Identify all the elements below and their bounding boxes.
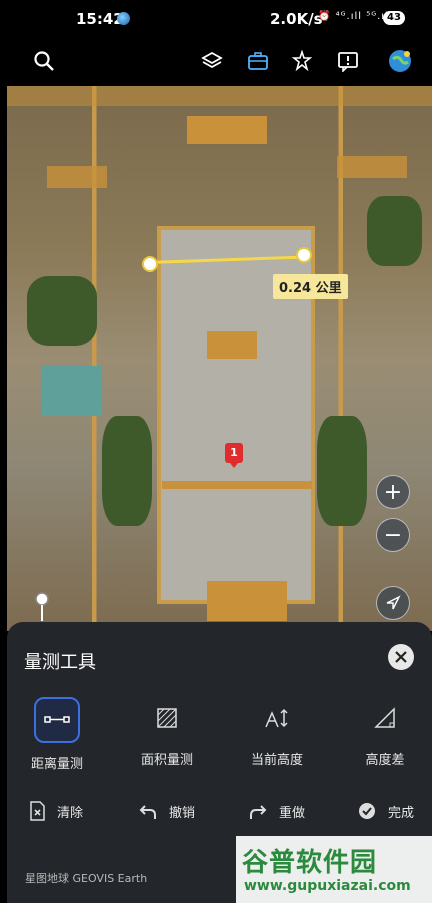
- close-icon: [395, 651, 407, 663]
- toolbox-icon[interactable]: [241, 44, 275, 78]
- map-gate: [207, 581, 287, 621]
- layers-icon[interactable]: [195, 44, 229, 78]
- redo-button[interactable]: 重做: [249, 800, 305, 822]
- map-trees: [317, 416, 367, 526]
- pin-icon[interactable]: [285, 44, 319, 78]
- location-marker[interactable]: 1: [225, 443, 243, 468]
- distance-measure-icon: [34, 697, 80, 743]
- zoom-out-button[interactable]: −: [376, 518, 410, 552]
- check-icon: [359, 803, 375, 819]
- undo-icon: [139, 805, 156, 819]
- battery-indicator: 43: [383, 11, 405, 25]
- measure-distance-label: 0.24 公里: [273, 274, 348, 299]
- status-bar: 15:42 2.0K/s ⏰ ⁴ᴳ.ıll ⁵ᴳ.ıll 43: [0, 0, 432, 36]
- map-pool: [42, 366, 102, 416]
- app-notification-icon: [117, 12, 130, 25]
- map-building: [187, 116, 267, 144]
- tool-label: 当前高度: [250, 753, 303, 768]
- compass-button[interactable]: [376, 586, 410, 620]
- action-label: 完成: [388, 805, 415, 821]
- tool-label: 距离量测: [30, 757, 83, 772]
- map-trees: [367, 196, 422, 266]
- brand-footer: 星图地球 GEOVIS Earth: [25, 872, 148, 885]
- map-trees: [27, 276, 97, 346]
- zoom-in-button[interactable]: +: [376, 475, 410, 509]
- search-icon[interactable]: [27, 44, 61, 78]
- signal-icons: ⏰ ⁴ᴳ.ıll ⁵ᴳ.ıll: [318, 11, 393, 22]
- close-button[interactable]: [388, 644, 414, 670]
- height-difference-icon: [364, 697, 406, 739]
- tool-current-height[interactable]: 当前高度: [229, 697, 325, 768]
- network-speed: 2.0K/s: [270, 10, 323, 28]
- map-pin-icon[interactable]: [34, 591, 50, 625]
- watermark: 谷普软件园 www.gupuxiazai.com: [236, 836, 432, 903]
- tool-label: 高度差: [365, 753, 405, 768]
- area-measure-icon: [146, 697, 188, 739]
- tool-height-difference[interactable]: 高度差: [337, 697, 432, 768]
- top-toolbar: [0, 36, 432, 86]
- action-label: 清除: [57, 805, 84, 821]
- watermark-title: 谷普软件园: [242, 848, 378, 878]
- report-icon[interactable]: [331, 44, 365, 78]
- tool-label: 面积量测: [140, 753, 193, 768]
- measure-point[interactable]: [296, 247, 312, 263]
- action-label: 撤销: [169, 805, 196, 821]
- clear-button[interactable]: 清除: [29, 800, 83, 822]
- map-building: [7, 86, 432, 106]
- measure-point[interactable]: [142, 256, 158, 272]
- map-hall: [207, 331, 257, 359]
- done-button[interactable]: 完成: [358, 800, 414, 822]
- current-height-icon: [256, 697, 298, 739]
- panel-title: 量测工具: [24, 652, 96, 673]
- redo-icon: [250, 805, 267, 819]
- action-label: 重做: [279, 805, 306, 821]
- undo-button[interactable]: 撤销: [139, 800, 195, 822]
- map-building: [47, 166, 107, 188]
- globe-avatar-icon[interactable]: [383, 44, 417, 78]
- satellite-map[interactable]: 0.24 公里 1 + −: [7, 86, 432, 631]
- clear-icon: [30, 801, 45, 821]
- map-wall: [162, 481, 312, 489]
- watermark-url: www.gupuxiazai.com: [244, 878, 411, 894]
- map-building: [337, 156, 407, 178]
- tool-distance[interactable]: 距离量测: [9, 697, 105, 772]
- map-trees: [102, 416, 152, 526]
- tool-area[interactable]: 面积量测: [119, 697, 215, 768]
